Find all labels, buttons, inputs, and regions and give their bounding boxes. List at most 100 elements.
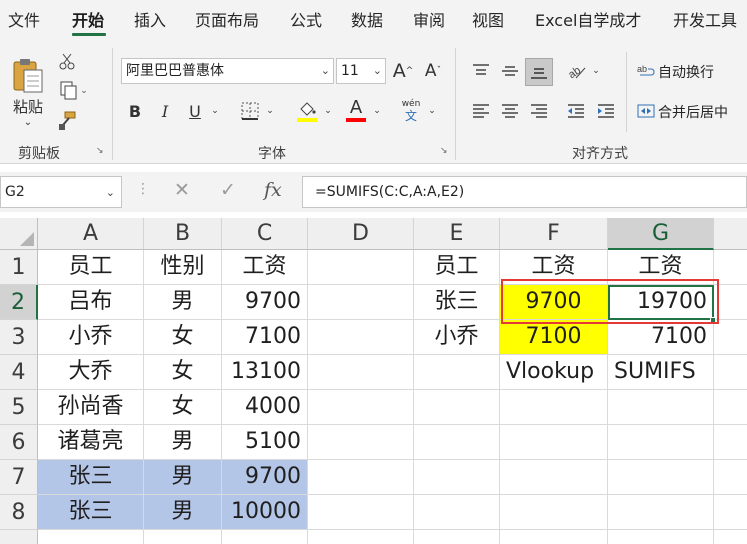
tab-formulas[interactable]: 公式 <box>290 6 322 36</box>
cut-icon[interactable] <box>56 50 78 72</box>
cell-g3[interactable]: 7100 <box>608 320 714 355</box>
italic-button[interactable]: I <box>154 98 176 124</box>
cell-f8[interactable] <box>500 495 608 530</box>
cell-e5[interactable] <box>414 390 500 425</box>
cell-c4[interactable]: 13100 <box>222 355 308 390</box>
wrap-text-label[interactable]: 自动换行 <box>658 62 714 82</box>
tab-view[interactable]: 视图 <box>472 6 504 36</box>
cell-b5[interactable]: 女 <box>144 390 222 425</box>
align-bottom-icon[interactable] <box>525 58 553 86</box>
tab-data[interactable]: 数据 <box>351 6 383 36</box>
cell-g6[interactable] <box>608 425 714 460</box>
cell-d1[interactable] <box>308 250 414 285</box>
cell-b2[interactable]: 男 <box>144 285 222 320</box>
merge-center-icon[interactable] <box>636 98 656 124</box>
cell-b4[interactable]: 女 <box>144 355 222 390</box>
cell-g8[interactable] <box>608 495 714 530</box>
cell-d5[interactable] <box>308 390 414 425</box>
row-header-7[interactable]: 7 <box>0 460 38 495</box>
orientation-dropdown-icon[interactable]: ⌄ <box>590 58 602 84</box>
insert-function-icon[interactable]: fx <box>264 179 282 201</box>
cancel-icon[interactable]: ✕ <box>174 179 190 201</box>
cell-d4[interactable] <box>308 355 414 390</box>
cell-a5[interactable]: 孙尚香 <box>38 390 144 425</box>
row-header-3[interactable]: 3 <box>0 320 38 355</box>
align-left-icon[interactable] <box>468 98 494 124</box>
copy-icon[interactable]: ⌄ <box>56 80 92 102</box>
cell-c9[interactable] <box>222 530 308 544</box>
cell-d7[interactable] <box>308 460 414 495</box>
cell-h6[interactable] <box>714 425 747 460</box>
fill-color-button[interactable] <box>294 96 320 126</box>
row-header-1[interactable]: 1 <box>0 250 38 285</box>
cell-b7[interactable]: 男 <box>144 460 222 495</box>
column-header-a[interactable]: A <box>38 218 144 250</box>
cell-a2[interactable]: 吕布 <box>38 285 144 320</box>
font-color-dropdown-icon[interactable]: ⌄ <box>371 98 383 124</box>
format-painter-icon[interactable] <box>56 110 78 132</box>
tab-developer[interactable]: 开发工具 <box>673 6 737 36</box>
cell-f5[interactable] <box>500 390 608 425</box>
cell-g5[interactable] <box>608 390 714 425</box>
fill-color-dropdown-icon[interactable]: ⌄ <box>322 98 334 124</box>
cell-c7[interactable]: 9700 <box>222 460 308 495</box>
column-header-d[interactable]: D <box>308 218 414 250</box>
cell-a6[interactable]: 诸葛亮 <box>38 425 144 460</box>
row-header-6[interactable]: 6 <box>0 425 38 460</box>
column-header-g[interactable]: G <box>608 218 714 250</box>
cell-c8[interactable]: 10000 <box>222 495 308 530</box>
phonetic-dropdown-icon[interactable]: ⌄ <box>426 98 438 124</box>
cell-c6[interactable]: 5100 <box>222 425 308 460</box>
cell-f9[interactable] <box>500 530 608 544</box>
row-header-5[interactable]: 5 <box>0 390 38 425</box>
column-header-h[interactable] <box>714 218 747 250</box>
cell-b8[interactable]: 男 <box>144 495 222 530</box>
decrease-indent-icon[interactable] <box>564 98 588 124</box>
cell-b9[interactable] <box>144 530 222 544</box>
cell-c2[interactable]: 9700 <box>222 285 308 320</box>
wrap-text-icon[interactable]: ab <box>636 58 656 84</box>
cell-g9[interactable] <box>608 530 714 544</box>
cell-h4[interactable] <box>714 355 747 390</box>
increase-indent-icon[interactable] <box>594 98 618 124</box>
cell-e1[interactable]: 员工 <box>414 250 500 285</box>
underline-button[interactable]: U <box>184 98 206 124</box>
column-header-e[interactable]: E <box>414 218 500 250</box>
cell-h8[interactable] <box>714 495 747 530</box>
align-top-icon[interactable] <box>468 58 494 84</box>
cell-e9[interactable] <box>414 530 500 544</box>
cell-d3[interactable] <box>308 320 414 355</box>
tab-review[interactable]: 审阅 <box>413 6 445 36</box>
cell-h7[interactable] <box>714 460 747 495</box>
grow-font-button[interactable]: A ^ <box>392 58 414 84</box>
formula-input[interactable]: =SUMIFS(C:C,A:A,E2) <box>302 176 747 208</box>
cell-a9[interactable] <box>38 530 144 544</box>
column-header-c[interactable]: C <box>222 218 308 250</box>
cell-h5[interactable] <box>714 390 747 425</box>
row-header-4[interactable]: 4 <box>0 355 38 390</box>
cell-e2[interactable]: 张三 <box>414 285 500 320</box>
cell-a3[interactable]: 小乔 <box>38 320 144 355</box>
tab-home[interactable]: 开始 <box>72 6 104 36</box>
merge-center-label[interactable]: 合并后居中 <box>658 102 728 122</box>
cell-a8[interactable]: 张三 <box>38 495 144 530</box>
borders-icon[interactable] <box>238 98 262 124</box>
underline-dropdown-icon[interactable]: ⌄ <box>208 98 222 124</box>
cell-f3[interactable]: 7100 <box>500 320 608 355</box>
cell-e6[interactable] <box>414 425 500 460</box>
align-center-icon[interactable] <box>497 98 523 124</box>
font-color-button[interactable]: A <box>343 94 369 126</box>
cell-f6[interactable] <box>500 425 608 460</box>
cell-f4[interactable]: Vlookup <box>500 355 608 390</box>
paste-button[interactable]: 粘贴 ⌄ <box>8 50 48 134</box>
font-launcher-icon[interactable]: ↘ <box>440 146 450 156</box>
cell-a1[interactable]: 员工 <box>38 250 144 285</box>
font-name-select[interactable]: 阿里巴巴普惠体 ⌄ <box>121 58 334 84</box>
clipboard-launcher-icon[interactable]: ↘ <box>96 146 106 156</box>
tab-page-layout[interactable]: 页面布局 <box>195 6 259 36</box>
cell-f7[interactable] <box>500 460 608 495</box>
cell-d8[interactable] <box>308 495 414 530</box>
column-header-f[interactable]: F <box>500 218 608 250</box>
row-header-9[interactable] <box>0 530 38 544</box>
orientation-icon[interactable]: ab <box>564 58 588 84</box>
